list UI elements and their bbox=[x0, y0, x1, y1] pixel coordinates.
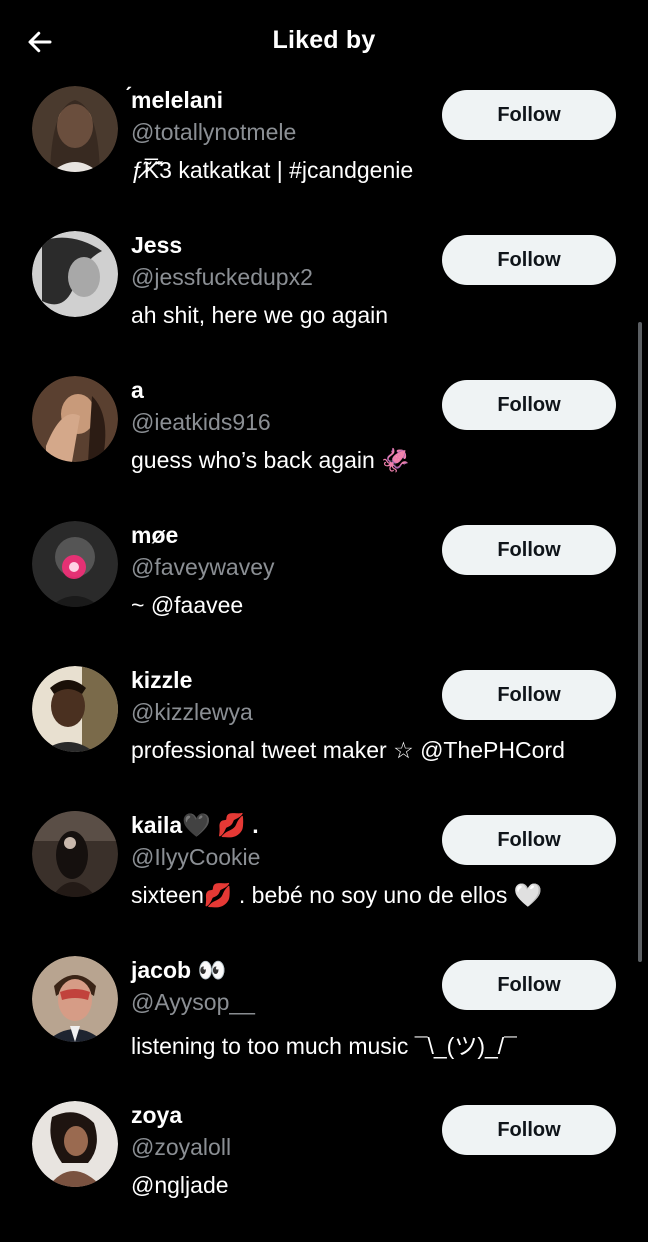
user-row[interactable]: a @ieatkids916 guess who’s back again 🦑 … bbox=[0, 372, 648, 517]
follow-button[interactable]: Follow bbox=[442, 815, 616, 865]
follow-button[interactable]: Follow bbox=[442, 670, 616, 720]
user-bio: ~ @faavee bbox=[131, 592, 244, 618]
user-bio: professional tweet maker ☆ @ThePHCord bbox=[131, 737, 565, 763]
user-handle: @Ayysop__ bbox=[131, 989, 255, 1015]
user-name: jacob 👀 bbox=[131, 957, 227, 983]
user-handle: @totallynotmele bbox=[131, 119, 297, 145]
user-handle: @kizzlewya bbox=[131, 699, 253, 725]
user-row[interactable]: zoya @zoyaloll @ngljade Follow bbox=[0, 1097, 648, 1242]
avatar[interactable] bbox=[32, 376, 118, 462]
user-row[interactable]: ́melelani @totallynotmele ƒ̷̃K̅̂̌3 katka… bbox=[0, 82, 648, 227]
avatar[interactable] bbox=[32, 521, 118, 607]
user-bio: ah shit, here we go again bbox=[131, 302, 389, 328]
user-handle: @IlyyCookie bbox=[131, 844, 261, 870]
follow-button[interactable]: Follow bbox=[442, 380, 616, 430]
user-name: møe bbox=[131, 522, 179, 548]
user-row[interactable]: kaila🖤 💋 . @IlyyCookie sixteen💋 . bebé n… bbox=[0, 807, 648, 952]
user-bio: guess who’s back again 🦑 bbox=[131, 447, 410, 473]
scrollbar[interactable] bbox=[638, 322, 642, 962]
avatar[interactable] bbox=[32, 956, 118, 1042]
user-handle: @ieatkids916 bbox=[131, 409, 271, 435]
follow-button[interactable]: Follow bbox=[442, 90, 616, 140]
user-name: zoya bbox=[131, 1102, 183, 1128]
avatar[interactable] bbox=[32, 666, 118, 752]
user-name: kaila🖤 💋 . bbox=[131, 812, 259, 838]
user-row[interactable]: kizzle @kizzlewya professional tweet mak… bbox=[0, 662, 648, 807]
user-name: a bbox=[131, 377, 144, 403]
user-name: ́melelani bbox=[131, 87, 224, 113]
avatar[interactable] bbox=[32, 1101, 118, 1187]
top-bar: Liked by bbox=[0, 0, 648, 80]
follow-button[interactable]: Follow bbox=[442, 525, 616, 575]
user-row[interactable]: Jess @jessfuckedupx2 ah shit, here we go… bbox=[0, 227, 648, 372]
avatar[interactable] bbox=[32, 811, 118, 897]
avatar[interactable] bbox=[32, 86, 118, 172]
follow-button[interactable]: Follow bbox=[442, 960, 616, 1010]
avatar[interactable] bbox=[32, 231, 118, 317]
user-row[interactable]: møe @faveywavey ~ @faavee Follow bbox=[0, 517, 648, 662]
user-name: kizzle bbox=[131, 667, 193, 693]
user-bio: sixteen💋 . bebé no soy uno de ellos 🤍 bbox=[131, 882, 543, 908]
user-handle: @jessfuckedupx2 bbox=[131, 264, 313, 290]
liked-by-list: ́melelani @totallynotmele ƒ̷̃K̅̂̌3 katka… bbox=[0, 82, 648, 1242]
follow-button[interactable]: Follow bbox=[442, 235, 616, 285]
user-bio: ƒ̷̃K̅̂̌3 katkatkat | #jcandgenie bbox=[131, 157, 414, 183]
user-handle: @zoyaloll bbox=[131, 1134, 232, 1160]
follow-button[interactable]: Follow bbox=[442, 1105, 616, 1155]
user-bio: listening to too much music ¯\_(ツ)_/¯ bbox=[131, 1033, 517, 1059]
user-name: Jess bbox=[131, 232, 183, 258]
page-title: Liked by bbox=[272, 26, 376, 54]
user-bio: @ngljade bbox=[131, 1172, 229, 1198]
user-handle: @faveywavey bbox=[131, 554, 275, 580]
user-row[interactable]: jacob 👀 @Ayysop__ listening to too much … bbox=[0, 952, 648, 1097]
